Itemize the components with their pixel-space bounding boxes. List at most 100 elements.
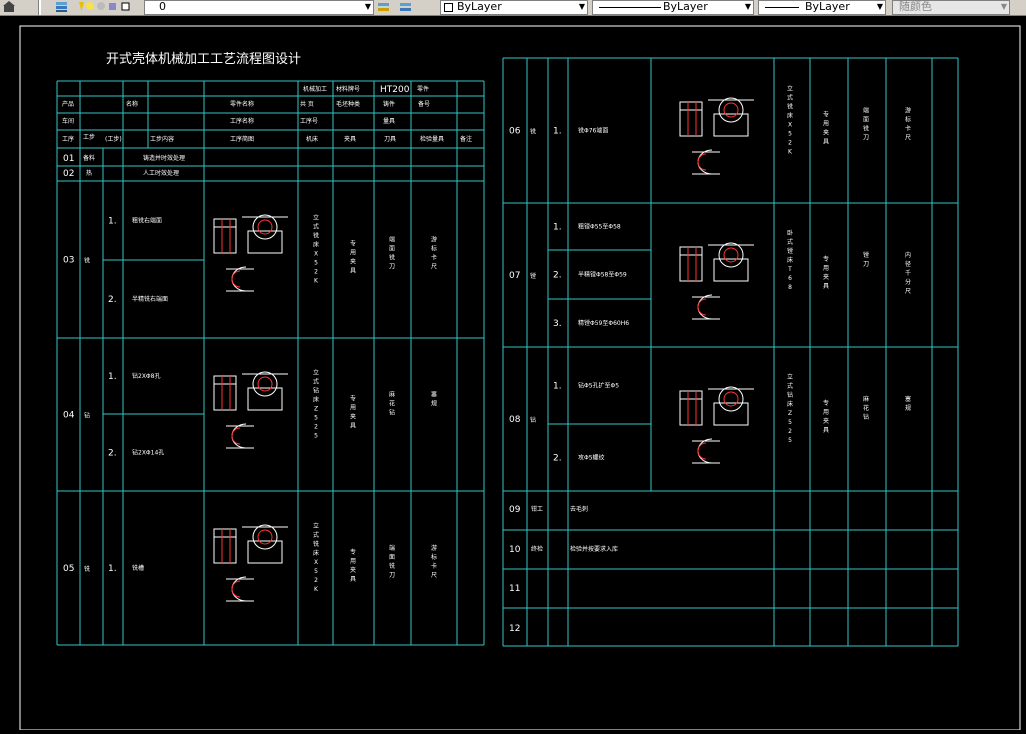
vertical-char: 夹 [823, 417, 829, 425]
step-name: 镗 [530, 272, 536, 280]
header-text: 共 页 [300, 100, 314, 108]
drawing-canvas[interactable]: 开式壳体机械加工工艺流程图设计 机械加工 材料牌号 HT200 零件 产品 名称 零件名称 共 … [0, 16, 1026, 731]
gauge-text: 游标卡尺 [431, 236, 437, 271]
header-text: 车间 [62, 117, 74, 125]
header-text: 零件名称 [230, 100, 254, 108]
plotstyle-dropdown[interactable]: 随颜色 ▼ [892, 0, 1010, 15]
vertical-char: 5 [788, 437, 792, 444]
sub-step-text: 钻Φ5孔扩至Φ5 [578, 382, 619, 390]
sub-step-text: 铣Φ76端面 [578, 127, 608, 135]
vertical-char: 立 [787, 85, 793, 93]
vertical-char: 铣 [863, 125, 869, 133]
header-text: 产品 [62, 100, 74, 108]
header-text: 机械加工 [303, 85, 327, 93]
vertical-char: 铣 [313, 232, 319, 240]
drawing-svg[interactable]: 开式壳体机械加工工艺流程图设计机械加工 材料牌号 HT200 零件产品 名称 零件名称 共 … [0, 16, 1026, 731]
vertical-char: 刀 [863, 135, 869, 142]
tool-text: 镗刀 [863, 251, 869, 268]
chevron-down-icon: ▼ [744, 2, 751, 11]
vertical-char: 式 [787, 382, 793, 390]
vertical-char: 标 [431, 553, 437, 561]
vertical-char: 麻 [863, 395, 869, 403]
vertical-char: 镗 [863, 251, 869, 259]
drawing-title: 开式壳体机械加工工艺流程图设计 [106, 52, 301, 67]
vertical-char: 标 [431, 245, 437, 253]
vertical-char: 端 [389, 544, 395, 552]
vertical-char: 镗 [787, 247, 793, 255]
vertical-char: 钻 [787, 391, 793, 399]
layer-previous-icon[interactable] [398, 0, 414, 15]
header-text: 机床 [306, 135, 318, 143]
vertical-char: 夹 [350, 258, 356, 266]
row-number: 12 [509, 624, 520, 634]
vertical-char: 塞 [431, 391, 437, 399]
sub-step-index: 2. [108, 449, 117, 459]
vertical-char: 床 [313, 241, 319, 249]
row-number: 06 [509, 127, 521, 137]
vertical-char: 卡 [431, 562, 437, 570]
machine-text: 立式铣床X 5 2 K [313, 214, 319, 285]
tool-text: 麻花钻 [389, 391, 395, 417]
fixture-text: 专用夹具 [823, 399, 829, 434]
lineweight-dropdown[interactable]: ByLayer ▼ [758, 0, 886, 15]
fixture-text: 专用夹具 [823, 255, 829, 290]
vertical-char: 用 [823, 265, 829, 272]
header-text: 工序 [62, 135, 74, 143]
step-name: 钻 [84, 412, 90, 420]
linetype-dropdown[interactable]: ByLayer ▼ [592, 0, 754, 15]
plotstyle-value: 随颜色 [899, 0, 932, 13]
vertical-char: 床 [313, 549, 319, 557]
vertical-char: 标 [905, 116, 911, 124]
process-sketch [213, 371, 288, 449]
make-current-layer-icon[interactable] [376, 0, 392, 15]
row-number: 02 [63, 169, 74, 179]
vertical-char: 端 [863, 107, 869, 115]
vertical-char: 5 [788, 419, 792, 426]
layer-manager-icon[interactable] [54, 0, 70, 15]
vertical-char: 塞 [905, 395, 911, 403]
row-number: 05 [63, 564, 74, 574]
vertical-char: 床 [787, 112, 793, 120]
lineweight-value: ByLayer [805, 0, 850, 13]
header-text: 工序名称 [230, 117, 254, 125]
vertical-char: 游 [431, 544, 437, 552]
tool-text: 麻花钻 [863, 395, 869, 421]
machine-text: 卧式镗床T 6 8 [787, 229, 793, 291]
chevron-down-icon: ▼ [876, 2, 883, 11]
vertical-char: 用 [350, 558, 356, 565]
vertical-char: 式 [313, 531, 319, 539]
step-name: 备料 [83, 154, 95, 162]
step-name: 热 [86, 169, 92, 177]
sub-step-text: 半精镗Φ58至Φ59 [578, 271, 627, 279]
toolbar-separator [38, 0, 41, 15]
sub-step-index: 2. [553, 271, 562, 281]
header-text: 工步内容 [150, 135, 174, 143]
vertical-char: 8 [788, 284, 792, 291]
sub-step-index: 1. [553, 223, 562, 233]
vertical-char: 铣 [787, 103, 793, 111]
layer-dropdown[interactable]: 0 ▼ [144, 0, 374, 15]
vertical-char: 尺 [905, 135, 911, 142]
header-text: 检验量具 [420, 135, 444, 143]
vertical-char: 游 [431, 236, 437, 244]
layer-state-icons[interactable] [76, 0, 136, 15]
step-name: 钻 [530, 416, 536, 424]
color-value: ByLayer [457, 0, 502, 13]
step-content: 去毛刺 [570, 505, 588, 513]
home-icon[interactable] [2, 0, 16, 15]
vertical-char: K [314, 278, 319, 285]
step-name: 铣 [84, 257, 90, 265]
vertical-char: 具 [350, 268, 356, 275]
vertical-char: 2 [788, 140, 792, 147]
vertical-char: 式 [787, 238, 793, 246]
vertical-char: 床 [787, 400, 793, 408]
row-number: 04 [63, 411, 75, 421]
process-sketch [213, 524, 288, 602]
vertical-char: 专 [823, 255, 829, 263]
step-name: 钳工 [531, 505, 543, 513]
vertical-char: 内 [905, 251, 911, 259]
vertical-char: 式 [787, 94, 793, 102]
vertical-char: 花 [389, 400, 395, 408]
vertical-char: 面 [389, 554, 395, 561]
color-dropdown[interactable]: ByLayer ▼ [440, 0, 588, 15]
